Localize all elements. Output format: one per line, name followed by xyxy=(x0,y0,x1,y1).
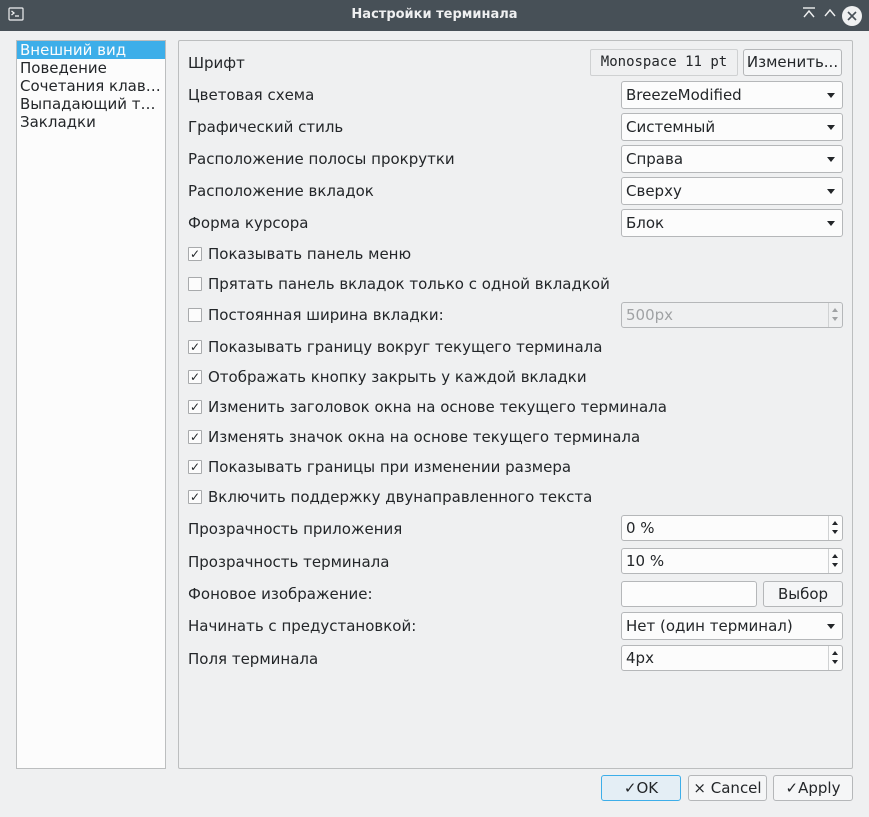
checkbox-label: Включить поддержку двунаправленного текс… xyxy=(208,488,593,506)
terminal-opacity-spinbox[interactable]: 10 % xyxy=(621,548,843,574)
keep-above-icon[interactable] xyxy=(799,6,819,26)
checkbox-label: Прятать панель вкладок только с одной вк… xyxy=(208,275,610,293)
spin-arrows[interactable] xyxy=(828,646,842,670)
checkbox-label: Изменить заголовок окна на основе текуще… xyxy=(208,398,667,416)
cancel-button-label: Cancel xyxy=(710,779,762,797)
start-preset-label: Начинать с предустановкой: xyxy=(188,617,417,635)
nav-item-dropdown-terminal[interactable]: Выпадающий т… xyxy=(17,95,165,113)
color-scheme-value: BreezeModified xyxy=(626,86,742,104)
chevron-down-icon xyxy=(827,221,835,226)
start-preset-value: Нет (один терминал) xyxy=(626,617,793,635)
checkbox-label: Показывать границу вокруг текущего терми… xyxy=(208,338,603,356)
nav-item-shortcuts[interactable]: Сочетания клав… xyxy=(17,77,165,95)
widget-style-label: Графический стиль xyxy=(188,118,344,136)
cancel-button[interactable]: × Cancel xyxy=(688,775,767,801)
app-opacity-label: Прозрачность приложения xyxy=(188,520,403,538)
spin-arrows xyxy=(828,303,842,327)
chevron-down-icon xyxy=(827,624,835,629)
chevron-down-icon xyxy=(827,93,835,98)
apply-button-label: Apply xyxy=(798,779,841,797)
cursor-shape-combo[interactable]: Блок xyxy=(621,209,843,237)
color-scheme-combo[interactable]: BreezeModified xyxy=(621,81,843,109)
checkbox-box[interactable] xyxy=(188,308,202,322)
change-font-button[interactable]: Изменить... xyxy=(743,49,842,76)
nav-item-behavior[interactable]: Поведение xyxy=(17,59,165,77)
check-icon: ✓ xyxy=(785,779,799,797)
tabs-position-combo[interactable]: Сверху xyxy=(621,177,843,205)
checkbox-box[interactable]: ✓ xyxy=(188,490,202,504)
checkbox-box[interactable]: ✓ xyxy=(188,370,202,384)
terminal-margin-label: Поля терминала xyxy=(188,650,319,668)
cursor-shape-value: Блок xyxy=(626,214,665,232)
checkbox-box[interactable]: ✓ xyxy=(188,460,202,474)
background-image-path-field[interactable] xyxy=(621,581,757,607)
cursor-shape-label: Форма курсора xyxy=(188,214,309,232)
nav-item-bookmarks[interactable]: Закладки xyxy=(17,113,165,131)
font-value-display: Monospace 11 pt xyxy=(590,49,738,76)
checkbox-label: Отображать кнопку закрыть у каждой вклад… xyxy=(208,368,587,386)
terminal-opacity-label: Прозрачность терминала xyxy=(188,553,390,571)
apply-button[interactable]: ✓Apply xyxy=(773,775,853,801)
chevron-down-icon xyxy=(827,125,835,130)
maximize-icon[interactable] xyxy=(820,6,840,26)
checkbox-box[interactable]: ✓ xyxy=(188,247,202,261)
checkbox-box[interactable]: ✓ xyxy=(188,430,202,444)
scrollbar-position-value: Справа xyxy=(626,150,684,168)
checkbox-label: Изменять значок окна на основе текущего … xyxy=(208,428,641,446)
terminal-opacity-value: 10 % xyxy=(626,552,665,570)
check-icon: ✓ xyxy=(623,779,637,797)
close-window-icon[interactable] xyxy=(842,6,862,26)
checkbox-box[interactable]: ✓ xyxy=(188,340,202,354)
app-opacity-spinbox[interactable]: 0 % xyxy=(621,515,843,541)
checkbox-box[interactable] xyxy=(188,277,202,291)
background-image-label: Фоновое изображение: xyxy=(188,585,373,603)
scrollbar-position-combo[interactable]: Справа xyxy=(621,145,843,173)
terminal-margin-spinbox[interactable]: 4px xyxy=(621,645,843,671)
color-scheme-label: Цветовая схема xyxy=(188,86,315,104)
nav-item-appearance[interactable]: Внешний вид xyxy=(17,41,165,59)
spin-arrows[interactable] xyxy=(828,549,842,573)
fixed-tab-width-value: 500px xyxy=(626,306,674,324)
checkbox-label: Показывать панель меню xyxy=(208,245,412,263)
tabs-position-label: Расположение вкладок xyxy=(188,182,374,200)
checkbox-box[interactable]: ✓ xyxy=(188,400,202,414)
title-bar: Настройки терминала xyxy=(0,0,869,31)
chevron-down-icon xyxy=(827,189,835,194)
font-label: Шрифт xyxy=(188,54,245,72)
terminal-margin-value: 4px xyxy=(626,649,654,667)
ok-button-label: OK xyxy=(636,779,659,797)
scrollbar-position-label: Расположение полосы прокрутки xyxy=(188,150,455,168)
spin-arrows[interactable] xyxy=(828,516,842,540)
checkbox-label: Постоянная ширина вкладки: xyxy=(208,306,444,324)
widget-style-value: Системный xyxy=(626,118,716,136)
ok-button[interactable]: ✓OK xyxy=(601,775,681,801)
app-opacity-value: 0 % xyxy=(626,519,655,537)
chevron-down-icon xyxy=(827,157,835,162)
fixed-tab-width-spinbox: 500px xyxy=(621,302,843,328)
checkbox-label: Показывать границы при изменении размера xyxy=(208,458,572,476)
choose-background-button[interactable]: Выбор xyxy=(763,581,843,607)
close-icon: × xyxy=(693,779,706,797)
widget-style-combo[interactable]: Системный xyxy=(621,113,843,141)
settings-nav-list: Внешний вид Поведение Сочетания клав… Вы… xyxy=(16,40,166,769)
tabs-position-value: Сверху xyxy=(626,182,682,200)
window-title: Настройки терминала xyxy=(351,7,518,22)
start-preset-combo[interactable]: Нет (один терминал) xyxy=(621,612,843,640)
